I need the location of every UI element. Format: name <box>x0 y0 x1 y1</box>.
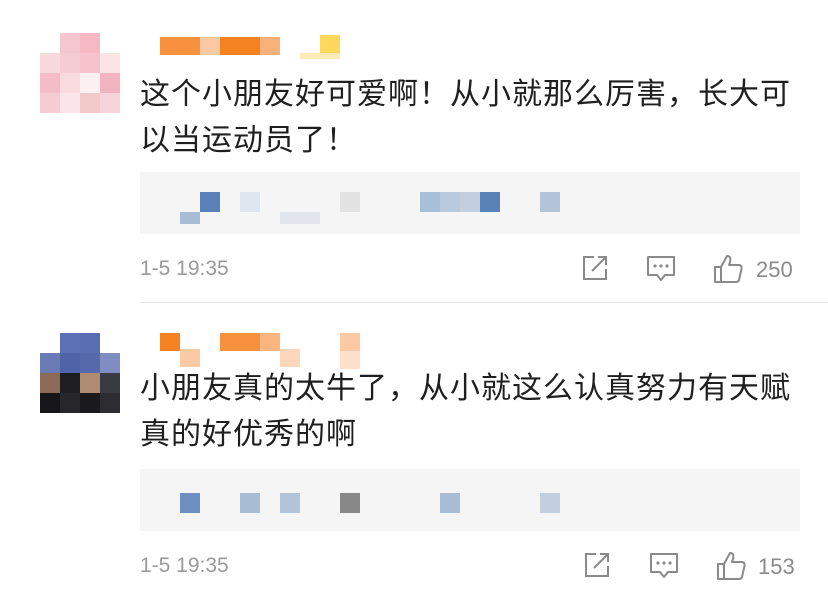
reply-preview-box[interactable] <box>140 469 800 531</box>
like-icon[interactable] <box>715 550 747 582</box>
divider <box>140 302 828 303</box>
timestamp: 1-5 19:35 <box>140 554 229 577</box>
like-icon[interactable] <box>712 253 744 285</box>
comment-icon[interactable] <box>645 253 677 285</box>
comment-meta: 1-5 19:35 153 <box>140 550 800 584</box>
share-icon[interactable] <box>582 550 612 582</box>
comment-meta: 1-5 19:35 250 <box>140 253 800 287</box>
comment-item: 这个小朋友好可爱啊！从小就那么厉害，长大可以当运动员了！ 1-5 19:35 2… <box>0 0 828 303</box>
avatar[interactable] <box>40 33 120 113</box>
reply-preview-box[interactable] <box>140 172 800 234</box>
share-icon[interactable] <box>580 253 610 285</box>
avatar[interactable] <box>40 333 120 413</box>
like-count: 250 <box>756 257 793 282</box>
username-obscured[interactable] <box>160 329 380 369</box>
timestamp: 1-5 19:35 <box>140 257 229 280</box>
comment-text: 这个小朋友好可爱啊！从小就那么厉害，长大可以当运动员了！ <box>140 77 791 158</box>
comment-item: 小朋友真的太牛了，从小就这么认真努力有天赋真的好优秀的啊 1-5 19:35 1… <box>0 305 828 600</box>
like-count: 153 <box>758 554 795 579</box>
comment-icon[interactable] <box>648 550 680 582</box>
comment-text: 小朋友真的太牛了，从小就这么认真努力有天赋真的好优秀的啊 <box>140 371 791 452</box>
username-obscured[interactable] <box>160 33 380 63</box>
